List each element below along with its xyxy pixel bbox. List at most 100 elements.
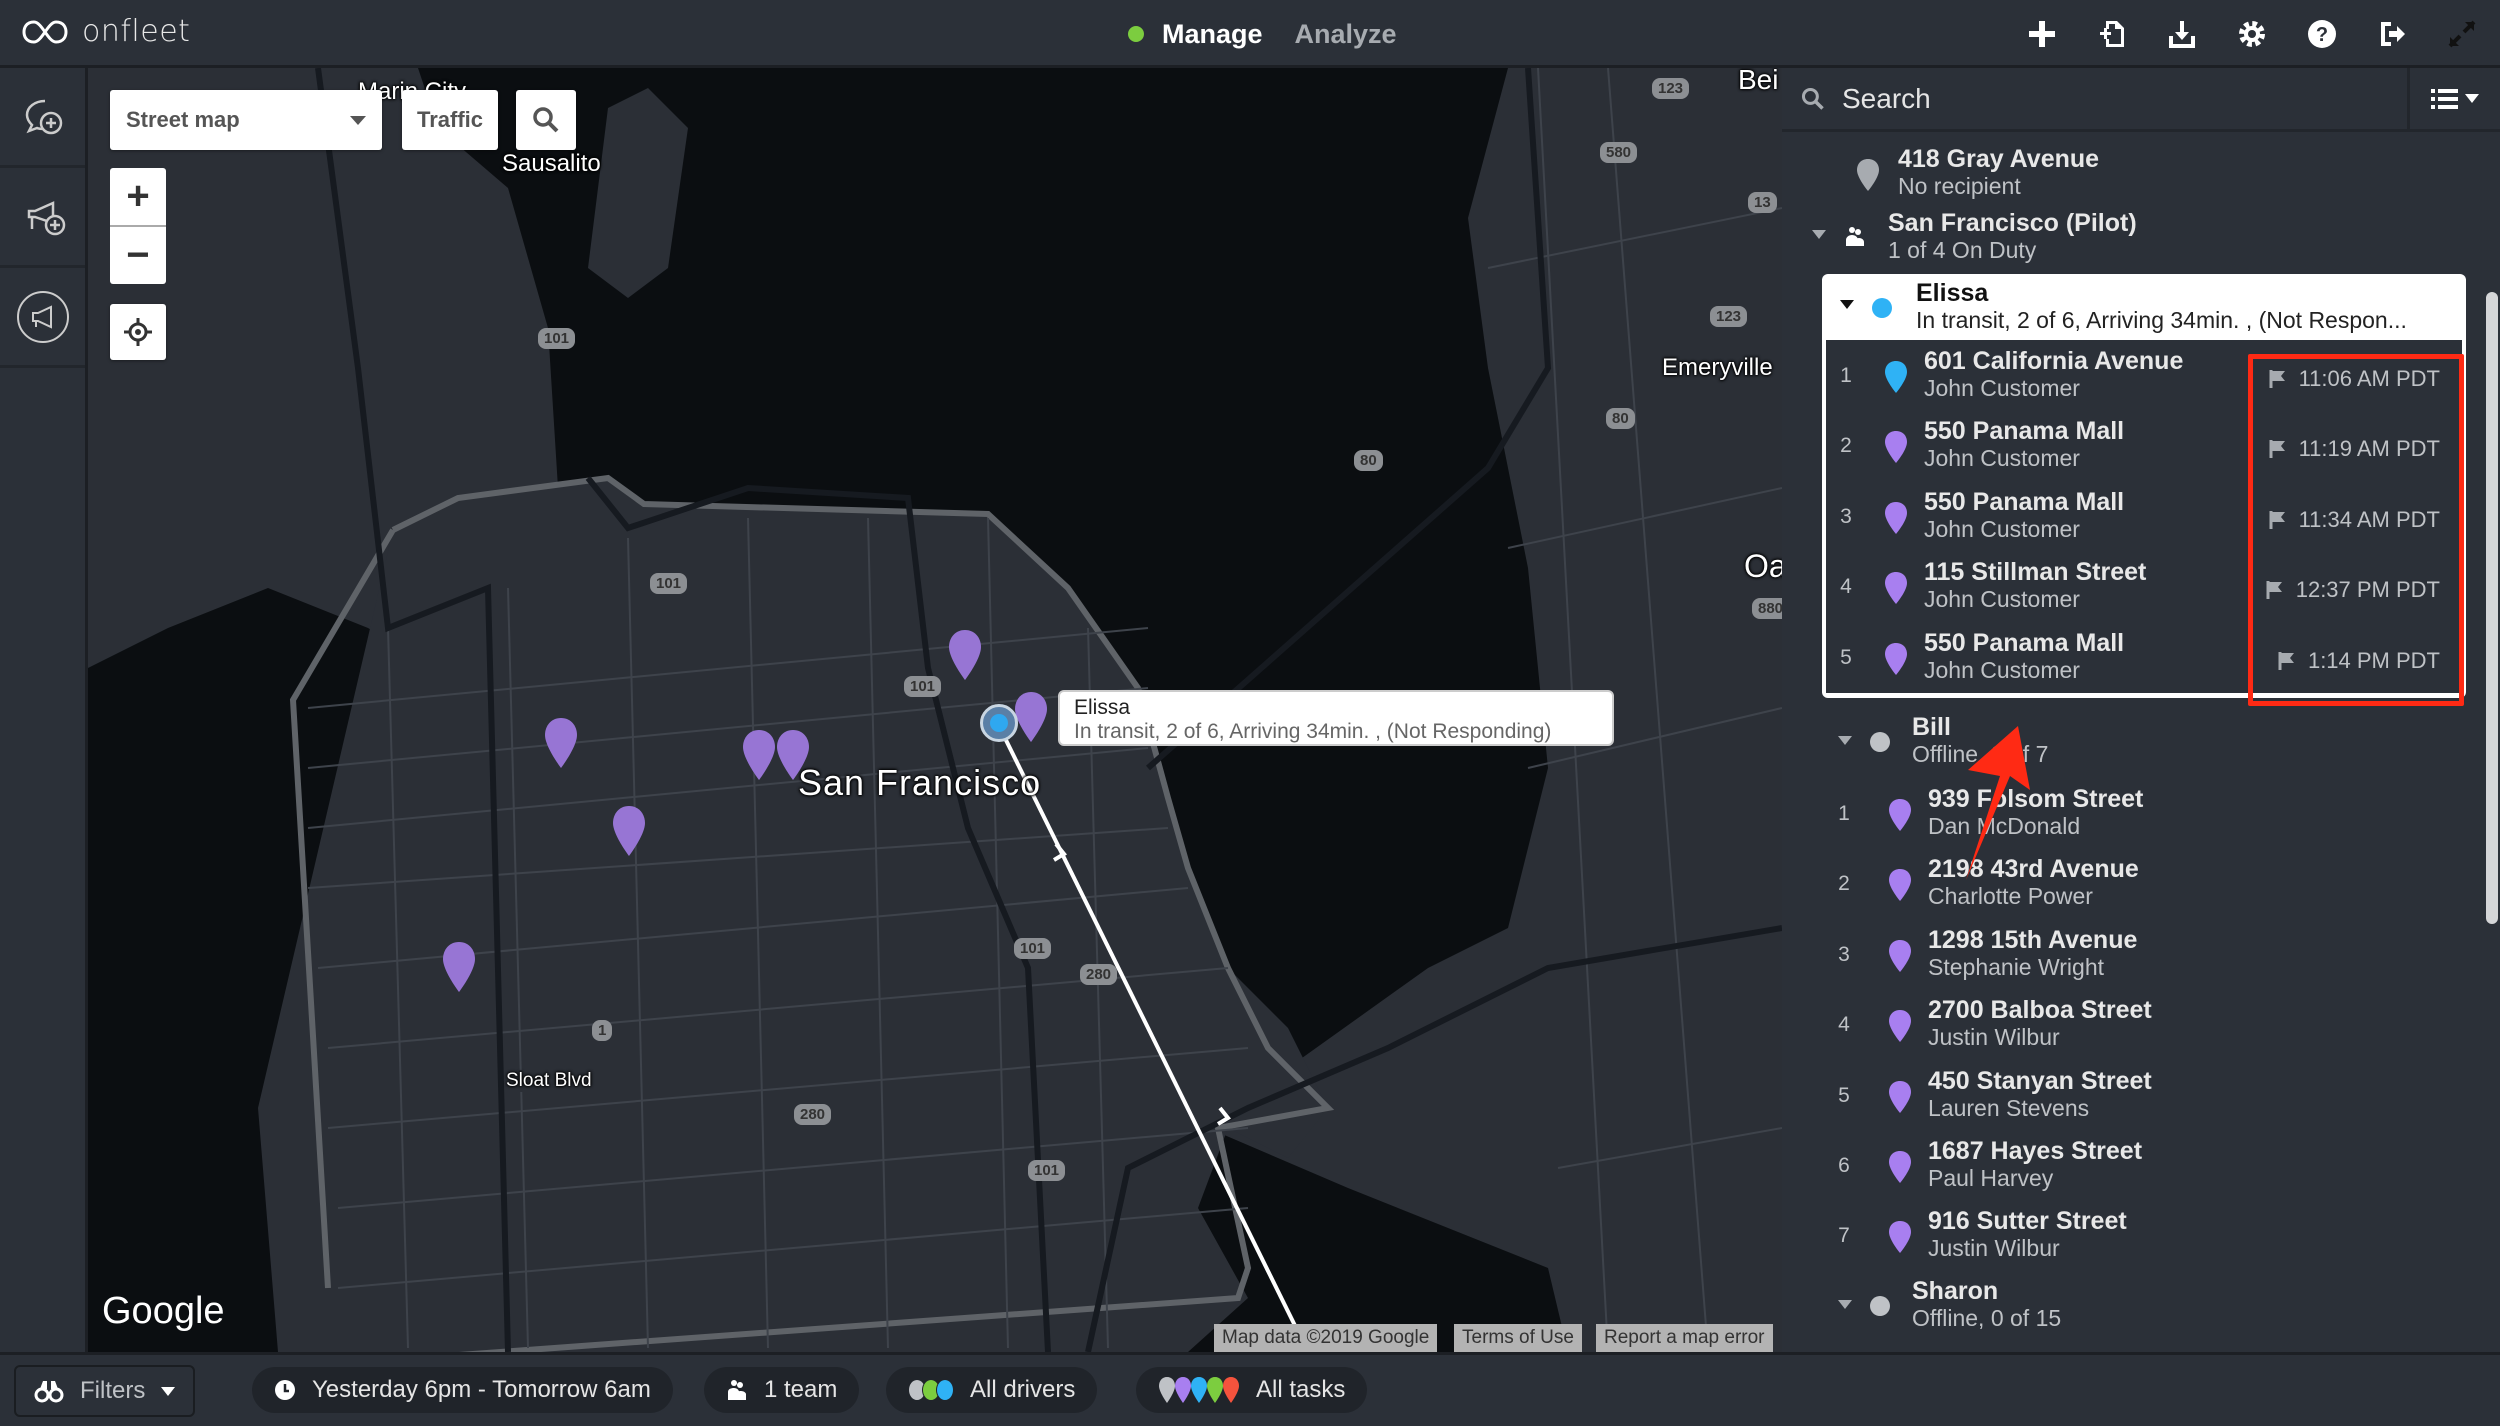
- task-pin-icon: [1889, 1080, 1911, 1113]
- task-pin-icon: [1889, 1010, 1911, 1043]
- driver-color-swatch: [936, 1379, 954, 1401]
- driver-header-bill[interactable]: Bill Offline, 0 of 7: [1782, 712, 2482, 768]
- new-chat-button[interactable]: [0, 68, 85, 168]
- task-pin-icon: [1857, 159, 1879, 191]
- task-eta: 11:06 AM PDT: [2269, 366, 2440, 392]
- zoom-out-button[interactable]: −: [110, 227, 166, 284]
- top-actions: ?: [2024, 0, 2480, 68]
- import-button[interactable]: [2094, 16, 2130, 52]
- task-row[interactable]: 4 2700 Balboa Street Justin Wilbur: [1782, 989, 2482, 1059]
- tab-manage[interactable]: Manage: [1116, 0, 1275, 71]
- list-view-menu[interactable]: [2410, 68, 2500, 131]
- task-row[interactable]: 5 550 Panama Mall John Customer 1:14 PM PDT: [1826, 622, 2462, 692]
- add-task-button[interactable]: [2024, 16, 2060, 52]
- list-icon: [2431, 88, 2458, 109]
- tab-analyze[interactable]: Analyze: [1283, 0, 1409, 68]
- team-header[interactable]: San Francisco (Pilot) 1 of 4 On Duty: [1782, 208, 2482, 264]
- logo[interactable]: onfleet: [22, 14, 190, 49]
- highway-shield: 101: [1028, 1160, 1066, 1181]
- task-row[interactable]: 1 939 Folsom Street Dan McDonald: [1782, 778, 2482, 848]
- task-colors-icon: [1158, 1376, 1240, 1404]
- online-status-dot: [1128, 26, 1144, 42]
- map-type-select[interactable]: Street map: [110, 90, 382, 150]
- highway-shield: 101: [650, 573, 688, 594]
- app-name: onfleet: [82, 14, 191, 49]
- highway-shield: 123: [1652, 78, 1690, 99]
- task-pin[interactable]: [440, 940, 478, 994]
- main-nav: Manage Analyze: [1116, 0, 1409, 71]
- tooltip-driver-status: In transit, 2 of 6, Arriving 34min. , (N…: [1074, 720, 1552, 743]
- task-pin-icon: [1889, 799, 1911, 831]
- zoom-in-button[interactable]: +: [110, 168, 166, 225]
- help-button[interactable]: ?: [2304, 16, 2340, 52]
- task-pin[interactable]: [610, 804, 648, 858]
- panel-search-bar: [1782, 68, 2500, 132]
- map-search-button[interactable]: [516, 90, 576, 150]
- task-recipient: John Customer: [1924, 375, 2080, 401]
- collapse-caret-icon: [1840, 300, 1854, 309]
- task-pin[interactable]: [774, 728, 812, 782]
- task-row[interactable]: 7 916 Sutter Street Justin Wilbur: [1782, 1200, 2482, 1270]
- left-rail: [0, 68, 88, 1352]
- task-row[interactable]: 3 1298 15th Avenue Stephanie Wright: [1782, 919, 2482, 989]
- settings-button[interactable]: [2234, 16, 2270, 52]
- report-map-error-link[interactable]: Report a map error: [1596, 1324, 1773, 1352]
- task-pin[interactable]: [946, 628, 984, 682]
- collapse-caret-icon: [1838, 736, 1852, 745]
- task-row[interactable]: 4 115 Stillman Street John Customer 12:37 P…: [1826, 551, 2462, 621]
- map-view[interactable]: Marin City Sausalito San Francisco Emery…: [88, 68, 1782, 1352]
- task-row[interactable]: 1 601 California Avenue John Customer 11:06…: [1826, 340, 2462, 410]
- terms-of-use-link[interactable]: Terms of Use: [1454, 1324, 1582, 1352]
- filters-button[interactable]: Filters: [14, 1365, 196, 1417]
- driver-header[interactable]: Elissa In transit, 2 of 6, Arriving 34mi…: [1822, 274, 2466, 340]
- team-filter-label: 1 team: [764, 1376, 838, 1403]
- task-address: 916 Sutter Street: [1928, 1207, 2127, 1236]
- driver-filter[interactable]: All drivers: [886, 1367, 1098, 1413]
- panel-scrollbar[interactable]: [2486, 292, 2498, 924]
- task-pin[interactable]: [542, 716, 580, 770]
- task-recipient: John Customer: [1924, 586, 2080, 613]
- logout-button[interactable]: [2374, 16, 2410, 52]
- task-recipient: Paul Harvey: [1928, 1165, 2054, 1191]
- time-range-filter[interactable]: Yesterday 6pm - Tomorrow 6am: [252, 1367, 673, 1413]
- task-address: 550 Panama Mall: [1924, 417, 2125, 446]
- task-row[interactable]: 5 450 Stanyan Street Lauren Stevens: [1782, 1060, 2482, 1130]
- task-row[interactable]: 6 1687 Hayes Street Paul Harvey: [1782, 1130, 2482, 1200]
- locate-button[interactable]: [110, 304, 166, 360]
- task-eta: 11:34 AM PDT: [2269, 507, 2440, 533]
- search-icon: [533, 107, 559, 133]
- unassigned-task[interactable]: 418 Gray Avenue No recipient: [1782, 132, 2482, 199]
- driver-name: Sharon: [1912, 1277, 1999, 1305]
- task-filter[interactable]: All tasks: [1136, 1367, 1368, 1413]
- expand-button[interactable]: [2444, 16, 2480, 52]
- zoom-controls: + −: [110, 168, 166, 284]
- highway-shield: 1: [592, 1020, 613, 1041]
- search-input[interactable]: [1842, 82, 2342, 115]
- task-row[interactable]: 2 550 Panama Mall John Customer 11:19 AM PD…: [1826, 410, 2462, 480]
- task-number: 5: [1838, 1083, 1850, 1107]
- new-broadcast-button[interactable]: [0, 168, 85, 268]
- task-number: 4: [1840, 575, 1852, 599]
- task-pin-icon: [1889, 1151, 1911, 1183]
- binoculars-icon: [34, 1381, 64, 1403]
- task-address: 2198 43rd Avenue: [1928, 855, 2139, 884]
- highway-shield: 280: [794, 1104, 832, 1125]
- driver-name: Elissa: [1916, 279, 1989, 307]
- crosshair-icon: [124, 318, 152, 346]
- download-button[interactable]: [2164, 16, 2200, 52]
- traffic-toggle[interactable]: Traffic: [402, 90, 498, 150]
- team-filter[interactable]: 1 team: [704, 1367, 860, 1413]
- driver-header-sharon[interactable]: Sharon Offline, 0 of 15: [1782, 1276, 2482, 1332]
- task-pin[interactable]: [740, 728, 778, 782]
- driver-status: Offline, 0 of 7: [1912, 741, 2049, 767]
- driver-location-marker[interactable]: [980, 704, 1018, 742]
- task-recipient: John Customer: [1924, 515, 2080, 542]
- task-row[interactable]: 3 550 Panama Mall John Customer 11:34 AM PD…: [1826, 481, 2462, 551]
- task-row[interactable]: 2 2198 43rd Avenue Charlotte Power: [1782, 848, 2482, 918]
- task-recipient: Lauren Stevens: [1928, 1094, 2090, 1121]
- app-root: onfleet Manage Analyze ? Marin Sausalito…: [0, 0, 2500, 1426]
- broadcast-button[interactable]: [0, 268, 85, 368]
- task-pin[interactable]: [1012, 690, 1050, 744]
- map-data-attribution: Map data ©2019 Google: [1214, 1324, 1438, 1352]
- driver-tooltip: Elissa In transit, 2 of 6, Arriving 34mi…: [1058, 690, 1614, 746]
